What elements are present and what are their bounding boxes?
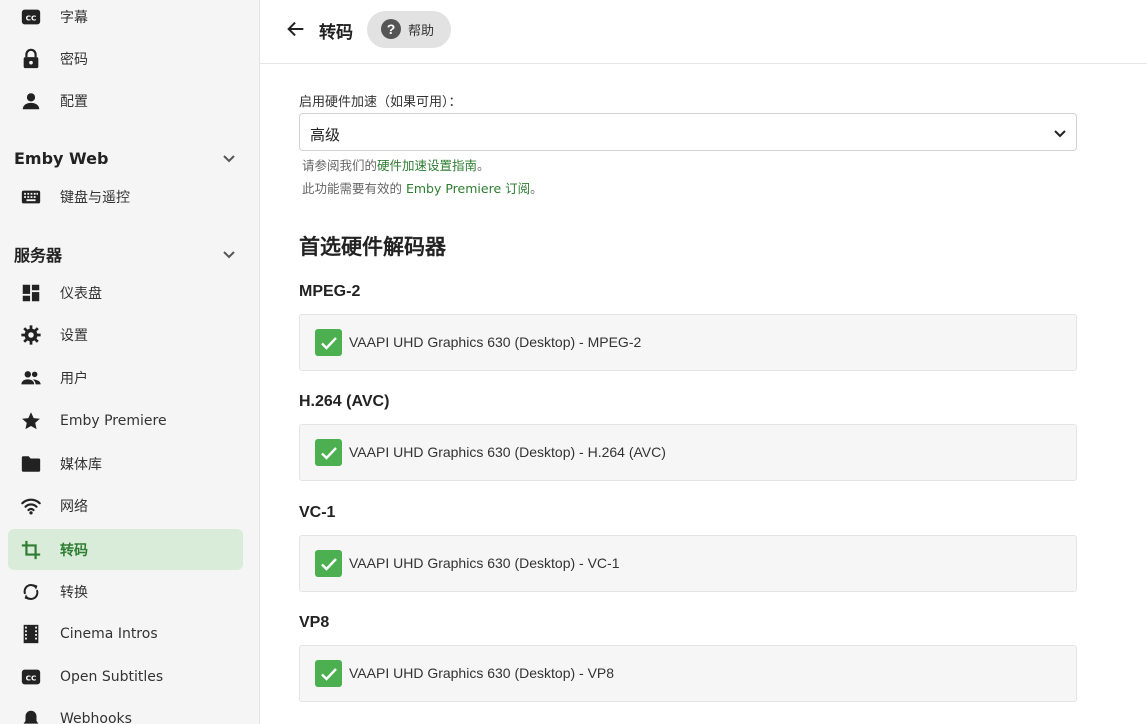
- bell-icon: [19, 707, 43, 724]
- arrow-left-icon: [287, 21, 304, 37]
- sidebar-item-emby-premiere[interactable]: Emby Premiere: [8, 400, 243, 441]
- back-button[interactable]: [284, 17, 308, 41]
- hw-accel-guide-link[interactable]: 硬件加速设置指南: [377, 158, 477, 173]
- codec-title-mpeg2: MPEG-2: [299, 283, 361, 300]
- main-content: 转码 ? 帮助 启用硬件加速（如果可用）： 高级 请参阅我们的硬件加速设置指南。…: [260, 0, 1147, 724]
- sidebar-item-label: 转换: [60, 584, 88, 601]
- lock-icon: [19, 47, 43, 71]
- decoder-checkbox[interactable]: [315, 660, 342, 687]
- crop-icon: [19, 538, 43, 562]
- sidebar-item-profile[interactable]: 配置: [8, 80, 243, 121]
- sidebar-item-label: 转码: [60, 542, 88, 559]
- sidebar-item-label: Open Subtitles: [60, 668, 164, 685]
- help-text: 。: [477, 158, 490, 173]
- decoder-option-label: VAAPI UHD Graphics 630 (Desktop) - VC-1: [349, 555, 620, 571]
- page-title: 转码: [319, 23, 353, 43]
- sidebar-item-label: 设置: [60, 327, 88, 344]
- sidebar-item-library[interactable]: 媒体库: [8, 443, 243, 484]
- sidebar-item-label: 网络: [60, 498, 88, 515]
- checkmark-icon: [320, 667, 337, 681]
- decoder-option-label: VAAPI UHD Graphics 630 (Desktop) - H.264…: [349, 444, 666, 460]
- sidebar: CC 字幕 密码 配置 Emby Web 键盘与遥控 服务器 仪表盘 设置 用户…: [0, 0, 260, 724]
- person-icon: [19, 89, 43, 113]
- sidebar-item-settings[interactable]: 设置: [8, 314, 243, 355]
- people-icon: [19, 366, 43, 390]
- sidebar-item-webhooks[interactable]: Webhooks: [8, 698, 243, 724]
- sync-icon: [19, 580, 43, 604]
- sidebar-item-conversion[interactable]: 转换: [8, 571, 243, 612]
- sidebar-item-network[interactable]: 网络: [8, 485, 243, 526]
- chevron-down-icon: [223, 251, 235, 259]
- sidebar-item-password[interactable]: 密码: [8, 38, 243, 79]
- checkmark-icon: [320, 446, 337, 460]
- section-title: 服务器: [14, 246, 63, 265]
- checkmark-icon: [320, 557, 337, 571]
- section-emby-web-toggle[interactable]: Emby Web: [14, 143, 245, 173]
- chevron-down-icon: [1054, 130, 1066, 138]
- sidebar-item-keyboard[interactable]: 键盘与遥控: [8, 176, 243, 217]
- cc-icon: CC: [19, 5, 43, 29]
- premiere-required-text: 此功能需要有效的 Emby Premiere 订阅。: [302, 178, 543, 197]
- sidebar-item-cinema-intros[interactable]: Cinema Intros: [8, 613, 243, 654]
- sidebar-item-label: Emby Premiere: [60, 412, 167, 429]
- hw-accel-select[interactable]: 高级: [299, 113, 1077, 151]
- decoder-option-label: VAAPI UHD Graphics 630 (Desktop) - MPEG-…: [349, 334, 642, 350]
- dashboard-icon: [19, 281, 43, 305]
- question-circle-icon: ?: [381, 19, 401, 39]
- wifi-icon: [19, 494, 43, 518]
- sidebar-item-transcoding[interactable]: 转码: [8, 529, 243, 570]
- codec-list-mpeg2: VAAPI UHD Graphics 630 (Desktop) - MPEG-…: [299, 314, 1077, 371]
- hw-accel-guide-text: 请参阅我们的硬件加速设置指南。: [302, 155, 490, 174]
- header-bar: 转码 ? 帮助: [260, 0, 1147, 64]
- hw-accel-value: 高级: [310, 126, 341, 144]
- sidebar-item-label: Cinema Intros: [60, 625, 158, 642]
- decoder-checkbox[interactable]: [315, 550, 342, 577]
- gear-icon: [19, 323, 43, 347]
- checkmark-icon: [320, 336, 337, 350]
- codec-title-h264: H.264 (AVC): [299, 393, 390, 410]
- codec-list-vp8: VAAPI UHD Graphics 630 (Desktop) - VP8: [299, 645, 1077, 702]
- folder-icon: [19, 452, 43, 476]
- decoder-option-label: VAAPI UHD Graphics 630 (Desktop) - VP8: [349, 665, 615, 681]
- sidebar-item-label: 用户: [60, 370, 88, 387]
- sidebar-item-users[interactable]: 用户: [8, 357, 243, 398]
- decoder-checkbox[interactable]: [315, 329, 342, 356]
- star-icon: [19, 409, 43, 433]
- sidebar-item-label: 密码: [60, 51, 88, 68]
- help-text: 此功能需要有效的: [302, 181, 406, 196]
- sidebar-item-label: 媒体库: [60, 456, 102, 473]
- cc-icon: CC: [19, 665, 43, 689]
- emby-premiere-link[interactable]: Emby Premiere 订阅: [406, 181, 530, 196]
- svg-text:CC: CC: [26, 673, 37, 682]
- codec-title-vp8: VP8: [299, 614, 330, 631]
- sidebar-item-subtitles[interactable]: CC 字幕: [8, 0, 243, 37]
- sidebar-item-label: 键盘与遥控: [60, 189, 130, 206]
- codec-title-vc1: VC-1: [299, 504, 336, 521]
- section-server-toggle[interactable]: 服务器: [14, 239, 245, 269]
- help-button[interactable]: ? 帮助: [367, 11, 451, 48]
- help-label: 帮助: [408, 24, 435, 39]
- section-title: Emby Web: [14, 148, 109, 168]
- svg-text:CC: CC: [26, 13, 37, 22]
- sidebar-item-open-subtitles[interactable]: CC Open Subtitles: [8, 656, 243, 697]
- help-text: 。: [530, 181, 543, 196]
- chevron-down-icon: [223, 155, 235, 163]
- codec-list-h264: VAAPI UHD Graphics 630 (Desktop) - H.264…: [299, 424, 1077, 481]
- sidebar-item-label: 字幕: [60, 9, 88, 26]
- sidebar-item-label: Webhooks: [60, 710, 132, 724]
- sidebar-item-label: 仪表盘: [60, 285, 102, 302]
- hw-accel-label: 启用硬件加速（如果可用）：: [299, 95, 462, 110]
- film-icon: [19, 622, 43, 646]
- codec-list-vc1: VAAPI UHD Graphics 630 (Desktop) - VC-1: [299, 535, 1077, 592]
- sidebar-item-label: 配置: [60, 93, 88, 110]
- sidebar-item-dashboard[interactable]: 仪表盘: [8, 272, 243, 313]
- decoder-checkbox[interactable]: [315, 439, 342, 466]
- help-text: 请参阅我们的: [302, 158, 378, 173]
- keyboard-icon: [19, 185, 43, 209]
- decoders-section-title: 首选硬件解码器: [299, 235, 446, 259]
